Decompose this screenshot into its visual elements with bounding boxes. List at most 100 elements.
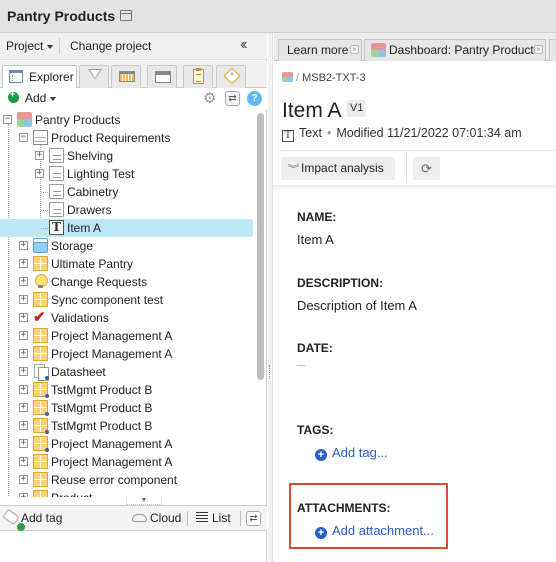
expand-icon[interactable]: + xyxy=(19,241,28,250)
impact-analysis-label: Impact analysis xyxy=(301,161,384,175)
tab-learn-more-label: Learn more xyxy=(287,43,349,57)
tree-item[interactable]: + ✔ Validations xyxy=(0,309,253,327)
tab-filter[interactable] xyxy=(79,65,109,88)
tree-item[interactable]: + Shelving xyxy=(0,147,253,165)
tree-item-label: Project Management A xyxy=(51,347,173,361)
collapse-panel-icon[interactable]: ‹‹ xyxy=(240,36,247,54)
impact-analysis-button[interactable]: ︾ Impact analysis xyxy=(281,157,395,180)
caret-down-icon xyxy=(50,96,57,101)
project-bar: Project Change project ‹‹ xyxy=(0,33,267,60)
tree-item[interactable]: + Project Management A xyxy=(0,345,253,363)
tree-item[interactable]: T Item A xyxy=(0,219,253,237)
cloud-view-button[interactable]: Cloud xyxy=(132,511,181,525)
expand-icon[interactable]: + xyxy=(19,403,28,412)
expand-icon[interactable]: + xyxy=(19,367,28,376)
tree-connector xyxy=(41,192,48,193)
chevron-double-down-icon: ︾ xyxy=(287,164,300,174)
tree-item[interactable]: − Product Requirements xyxy=(0,129,253,147)
expand-icon[interactable]: + xyxy=(35,169,44,178)
tree-item-label: Sync component test xyxy=(51,293,164,307)
tree-item[interactable]: Drawers xyxy=(0,201,253,219)
help-icon[interactable]: ? xyxy=(247,91,262,106)
resize-grip-icon[interactable] xyxy=(269,365,272,379)
collapse-icon[interactable]: − xyxy=(19,133,28,142)
expand-icon[interactable]: + xyxy=(35,151,44,160)
cloud-icon xyxy=(132,514,147,522)
tree-item[interactable]: + TstMgmt Product B xyxy=(0,381,253,399)
grid-folder-icon xyxy=(33,256,48,271)
expand-icon[interactable]: + xyxy=(19,475,28,484)
separator-dot: • xyxy=(326,126,332,140)
sync-icon[interactable]: ⇄ xyxy=(225,91,240,106)
layout-toggle-icon[interactable] xyxy=(120,10,132,21)
add-tag-link[interactable]: + Add tag... xyxy=(315,445,388,461)
tree-item[interactable]: + Ultimate Pantry xyxy=(0,255,253,273)
panel-resizer[interactable] xyxy=(268,33,273,562)
lightbulb-icon xyxy=(33,274,48,289)
add-label: Add xyxy=(25,91,47,105)
tab-clipboard[interactable] xyxy=(183,65,213,88)
close-icon[interactable]: × xyxy=(350,45,359,54)
tab-window[interactable] xyxy=(147,65,177,88)
tree-item[interactable]: + Product xyxy=(0,489,253,497)
tree-item-label: TstMgmt Product B xyxy=(51,401,153,415)
tag-icon xyxy=(223,67,241,85)
attachments-highlight xyxy=(289,483,448,549)
tab-grid[interactable] xyxy=(111,65,141,88)
close-icon[interactable]: × xyxy=(534,45,543,54)
expand-icon[interactable]: + xyxy=(19,385,28,394)
list-icon xyxy=(196,512,208,523)
project-icon[interactable] xyxy=(282,72,293,82)
collapse-icon[interactable]: − xyxy=(3,115,12,124)
tree-item[interactable]: + Project Management A xyxy=(0,435,253,453)
tree-item[interactable]: + Lighting Test xyxy=(0,165,253,183)
divider xyxy=(187,511,188,526)
expand-icon[interactable]: + xyxy=(19,439,28,448)
tree-item[interactable]: + Reuse error component xyxy=(0,471,253,489)
add-tag-button[interactable]: Add tag xyxy=(2,508,62,531)
expand-icon[interactable]: + xyxy=(19,457,28,466)
add-button[interactable]: Add xyxy=(8,89,57,105)
tab-learn-more[interactable]: Learn more × xyxy=(278,39,362,61)
expand-icon[interactable]: + xyxy=(19,313,28,322)
sync-icon[interactable]: ⇄ xyxy=(246,511,261,526)
expand-icon[interactable]: + xyxy=(19,295,28,304)
add-attachment-link[interactable]: + Add attachment... xyxy=(315,523,434,539)
change-project-button[interactable]: Change project xyxy=(70,39,151,53)
expand-icon[interactable]: + xyxy=(19,349,28,358)
tree-item[interactable]: + Datasheet xyxy=(0,363,253,381)
tab-explorer[interactable]: Explorer xyxy=(2,65,77,89)
tree-item[interactable]: Cabinetry xyxy=(0,183,253,201)
text-icon: T xyxy=(49,220,64,235)
tree-item-label: Product Requirements xyxy=(51,131,171,145)
tree-item[interactable]: + Project Management A xyxy=(0,453,253,471)
tree-item[interactable]: + Change Requests xyxy=(0,273,253,291)
tree-item[interactable]: + TstMgmt Product B xyxy=(0,399,253,417)
tab-dashboard[interactable]: Dashboard: Pantry Products × xyxy=(364,39,546,61)
sync-indicator-icon xyxy=(45,448,49,452)
tree-item[interactable]: + Storage xyxy=(0,237,253,255)
cloud-label: Cloud xyxy=(150,511,182,525)
tree-scrollbar[interactable] xyxy=(257,113,264,380)
breadcrumb-separator: / xyxy=(296,72,300,84)
project-menu-button[interactable]: Project xyxy=(6,39,54,53)
expand-icon[interactable]: + xyxy=(19,493,28,497)
tree-item[interactable]: + Project Management A xyxy=(0,327,253,345)
tab-tags[interactable] xyxy=(216,65,246,88)
tab-overflow[interactable] xyxy=(549,39,556,61)
tree-item[interactable]: + Sync component test xyxy=(0,291,253,309)
list-view-button[interactable]: List xyxy=(196,511,231,525)
description-value[interactable]: Description of Item A xyxy=(297,298,417,313)
tree-item[interactable]: + TstMgmt Product B xyxy=(0,417,253,435)
tree-item[interactable]: − Pantry Products xyxy=(0,111,253,129)
expand-icon[interactable]: + xyxy=(19,331,28,340)
expand-icon[interactable]: + xyxy=(19,259,28,268)
date-empty-value[interactable] xyxy=(297,365,305,366)
expand-icon[interactable]: + xyxy=(19,421,28,430)
requirements-icon xyxy=(33,130,48,145)
explorer-toolbar: Add ⚙ ⇄ ? xyxy=(0,88,267,110)
name-value[interactable]: Item A xyxy=(297,232,334,247)
refresh-button[interactable]: ⟳ xyxy=(413,157,440,180)
gear-icon[interactable]: ⚙ xyxy=(203,91,216,106)
expand-icon[interactable]: + xyxy=(19,277,28,286)
